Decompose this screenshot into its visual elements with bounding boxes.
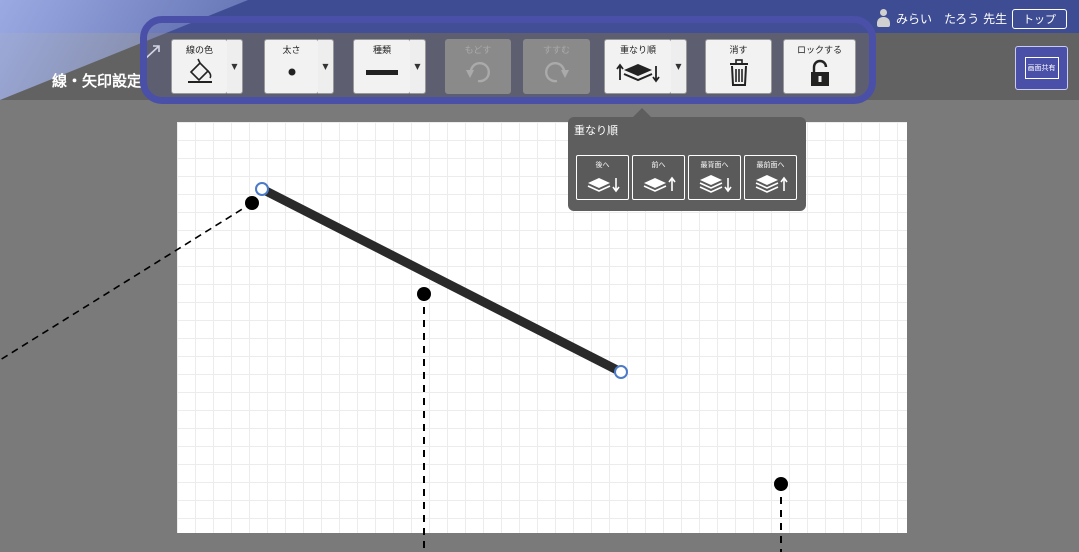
line-end-handle[interactable] bbox=[614, 365, 628, 379]
callout-leader-1 bbox=[0, 202, 253, 361]
line-start-handle[interactable] bbox=[255, 182, 269, 196]
callout-dot-3 bbox=[774, 477, 788, 491]
callout-dot-2 bbox=[417, 287, 431, 301]
callout-dot-1 bbox=[245, 196, 259, 210]
drawn-line[interactable] bbox=[257, 184, 626, 377]
annotation-overlay bbox=[0, 182, 788, 552]
